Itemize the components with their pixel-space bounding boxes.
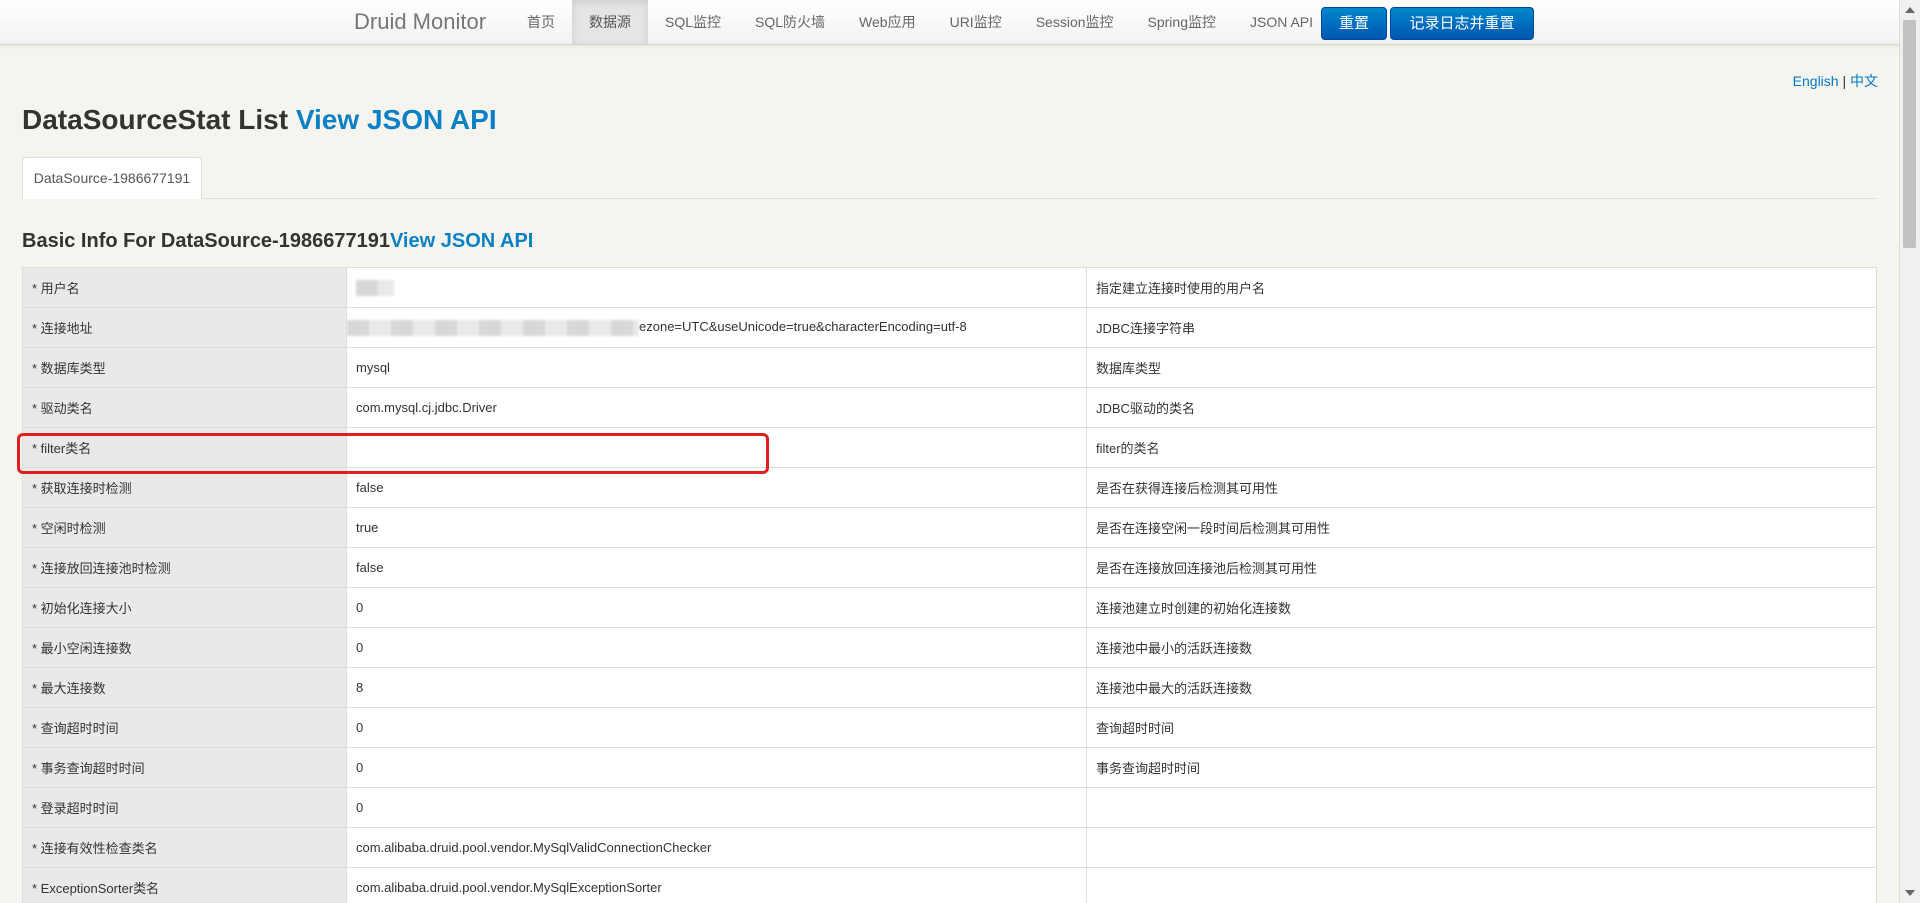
row-value: true	[347, 508, 1087, 548]
row-description: 指定建立连接时使用的用户名	[1087, 268, 1877, 308]
table-row: * 空闲时检测true是否在连接空闲一段时间后检测其可用性	[23, 508, 1877, 548]
language-switcher: English | 中文	[1793, 71, 1878, 91]
row-key: * 最小空闲连接数	[23, 628, 347, 668]
row-key: * 获取连接时检测	[23, 468, 347, 508]
scroll-thumb[interactable]	[1903, 20, 1916, 248]
row-description: 是否在获得连接后检测其可用性	[1087, 468, 1877, 508]
row-value: 8	[347, 668, 1087, 708]
nav-web-app[interactable]: Web应用	[842, 0, 933, 44]
tabs-divider	[22, 198, 1877, 199]
row-description: filter的类名	[1087, 428, 1877, 468]
row-key: * 用户名	[23, 268, 347, 308]
nav-home[interactable]: 首页	[510, 0, 572, 44]
nav-uri-monitor[interactable]: URI监控	[933, 0, 1019, 44]
row-value: false	[347, 548, 1087, 588]
table-row: * 用户名 指定建立连接时使用的用户名	[23, 268, 1877, 308]
scroll-down-arrow-icon[interactable]	[1905, 890, 1915, 896]
row-description: 事务查询超时时间	[1087, 748, 1877, 788]
row-value: 0	[347, 588, 1087, 628]
row-key: * 数据库类型	[23, 348, 347, 388]
row-key: * ExceptionSorter类名	[23, 868, 347, 903]
row-value: com.alibaba.druid.pool.vendor.MySqlValid…	[347, 828, 1087, 868]
page-title-text: DataSourceStat List	[22, 104, 288, 135]
table-row: * 登录超时时间0	[23, 788, 1877, 828]
redacted-value	[356, 280, 394, 296]
row-description: 是否在连接放回连接池后检测其可用性	[1087, 548, 1877, 588]
row-value: mysql	[347, 348, 1087, 388]
row-description	[1087, 868, 1877, 903]
table-row: * 最大连接数8连接池中最大的活跃连接数	[23, 668, 1877, 708]
table-row: * 初始化连接大小0连接池建立时创建的初始化连接数	[23, 588, 1877, 628]
view-json-api-link[interactable]: View JSON API	[296, 104, 497, 135]
nav-spring-monitor[interactable]: Spring监控	[1131, 0, 1233, 44]
section-title-text: Basic Info For DataSource-1986677191	[22, 230, 390, 252]
row-key: * 连接地址	[23, 308, 347, 348]
table-row: * filter类名 filter的类名	[23, 428, 1877, 468]
row-key: * 事务查询超时时间	[23, 748, 347, 788]
row-key: * 初始化连接大小	[23, 588, 347, 628]
row-key: * 连接放回连接池时检测	[23, 548, 347, 588]
row-value: 0	[347, 708, 1087, 748]
section-title: Basic Info For DataSource-1986677191View…	[22, 230, 533, 253]
nav-sql-firewall[interactable]: SQL防火墙	[738, 0, 842, 44]
log-and-reset-button[interactable]: 记录日志并重置	[1390, 7, 1534, 40]
row-description: 连接池建立时创建的初始化连接数	[1087, 588, 1877, 628]
vertical-scrollbar[interactable]	[1899, 0, 1920, 903]
redacted-value	[347, 320, 639, 336]
row-value: ezone=UTC&useUnicode=true&characterEncod…	[347, 308, 1087, 348]
row-value	[347, 428, 1087, 468]
table-row: * 事务查询超时时间0事务查询超时时间	[23, 748, 1877, 788]
lang-english-link[interactable]: English	[1793, 73, 1839, 89]
row-description: 数据库类型	[1087, 348, 1877, 388]
nav-sql-monitor[interactable]: SQL监控	[648, 0, 738, 44]
row-description	[1087, 828, 1877, 868]
main-nav: 首页 数据源 SQL监控 SQL防火墙 Web应用 URI监控 Session监…	[510, 0, 1330, 44]
nav-json-api[interactable]: JSON API	[1233, 0, 1330, 44]
row-key: * 查询超时时间	[23, 708, 347, 748]
row-key: * 空闲时检测	[23, 508, 347, 548]
row-key: * 登录超时时间	[23, 788, 347, 828]
row-description: JDBC连接字符串	[1087, 308, 1877, 348]
table-row: * 查询超时时间0查询超时时间	[23, 708, 1877, 748]
scroll-up-arrow-icon[interactable]	[1905, 7, 1915, 13]
row-description: 是否在连接空闲一段时间后检测其可用性	[1087, 508, 1877, 548]
nav-session-monitor[interactable]: Session监控	[1019, 0, 1131, 44]
row-value: false	[347, 468, 1087, 508]
table-row: * 连接地址 ezone=UTC&useUnicode=true&characte…	[23, 308, 1877, 348]
table-row: * 最小空闲连接数0连接池中最小的活跃连接数	[23, 628, 1877, 668]
row-key: * 最大连接数	[23, 668, 347, 708]
tab-datasource[interactable]: DataSource-1986677191	[22, 157, 202, 199]
brand-logo[interactable]: Druid Monitor	[354, 0, 486, 44]
reset-button[interactable]: 重置	[1321, 7, 1387, 40]
table-row: * 获取连接时检测false是否在获得连接后检测其可用性	[23, 468, 1877, 508]
row-description: 连接池中最大的活跃连接数	[1087, 668, 1877, 708]
row-key: * 驱动类名	[23, 388, 347, 428]
table-row: * 连接放回连接池时检测false是否在连接放回连接池后检测其可用性	[23, 548, 1877, 588]
row-value-text: ezone=UTC&useUnicode=true&characterEncod…	[639, 319, 967, 334]
row-value: 0	[347, 748, 1087, 788]
row-value: com.mysql.cj.jdbc.Driver	[347, 388, 1087, 428]
table-row: * 数据库类型mysql数据库类型	[23, 348, 1877, 388]
table-row: * 连接有效性检查类名com.alibaba.druid.pool.vendor…	[23, 828, 1877, 868]
lang-separator: |	[1842, 73, 1846, 89]
table-row: * 驱动类名com.mysql.cj.jdbc.DriverJDBC驱动的类名	[23, 388, 1877, 428]
row-description	[1087, 788, 1877, 828]
row-value: 0	[347, 788, 1087, 828]
row-key: * 连接有效性检查类名	[23, 828, 347, 868]
row-description: 连接池中最小的活跃连接数	[1087, 628, 1877, 668]
row-value: com.alibaba.druid.pool.vendor.MySqlExcep…	[347, 868, 1087, 903]
table-row: * ExceptionSorter类名com.alibaba.druid.poo…	[23, 868, 1877, 903]
lang-chinese-link[interactable]: 中文	[1850, 73, 1878, 89]
basic-info-table: * 用户名 指定建立连接时使用的用户名 * 连接地址 ezone=UTC&useUni…	[22, 267, 1877, 903]
druid-monitor-page: Druid Monitor 首页 数据源 SQL监控 SQL防火墙 Web应用 …	[0, 0, 1920, 903]
row-description: JDBC驱动的类名	[1087, 388, 1877, 428]
nav-datasource[interactable]: 数据源	[572, 0, 648, 44]
row-value: 0	[347, 628, 1087, 668]
row-description: 查询超时时间	[1087, 708, 1877, 748]
top-navbar: Druid Monitor 首页 数据源 SQL监控 SQL防火墙 Web应用 …	[0, 0, 1900, 45]
row-key: * filter类名	[23, 428, 347, 468]
row-value	[347, 268, 1087, 308]
page-title: DataSourceStat List View JSON API	[22, 104, 497, 136]
section-view-json-api-link[interactable]: View JSON API	[390, 230, 533, 252]
